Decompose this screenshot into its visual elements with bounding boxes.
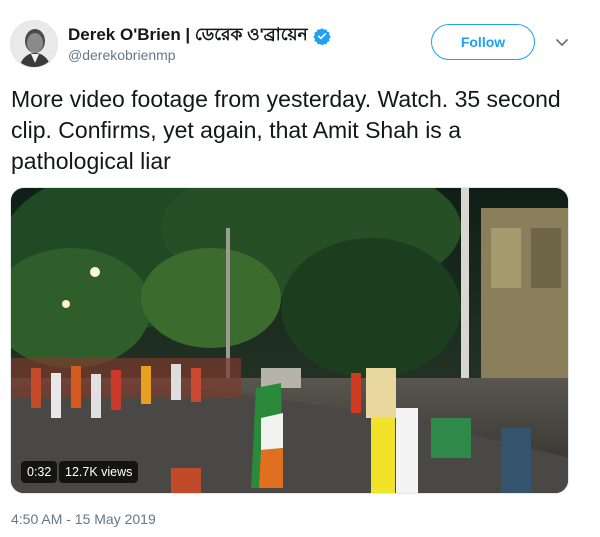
tweet-timestamp[interactable]: 4:50 AM - 15 May 2019 <box>11 511 156 527</box>
verified-badge-icon <box>312 27 331 46</box>
video-thumbnail <box>11 188 568 493</box>
tweet-header: Derek O'Brien | ডেরেক ও'ব্রায়েন @dereko… <box>10 14 590 70</box>
follow-button[interactable]: Follow <box>431 24 535 60</box>
chevron-down-icon[interactable] <box>554 34 570 50</box>
avatar[interactable] <box>10 20 58 68</box>
author-handle[interactable]: @derekobrienmp <box>68 47 176 63</box>
avatar-image <box>11 21 57 67</box>
video-player[interactable]: 0:32 12.7K views <box>10 187 569 494</box>
video-duration-badge: 0:32 <box>21 461 58 483</box>
video-views-badge: 12.7K views <box>59 461 139 483</box>
author-display-name[interactable]: Derek O'Brien | ডেরেক ও'ব্রায়েন <box>68 22 308 50</box>
tweet-text: More video footage from yesterday. Watch… <box>11 86 561 174</box>
author-name-row: Derek O'Brien | ডেরেক ও'ব্রায়েন <box>68 22 331 50</box>
